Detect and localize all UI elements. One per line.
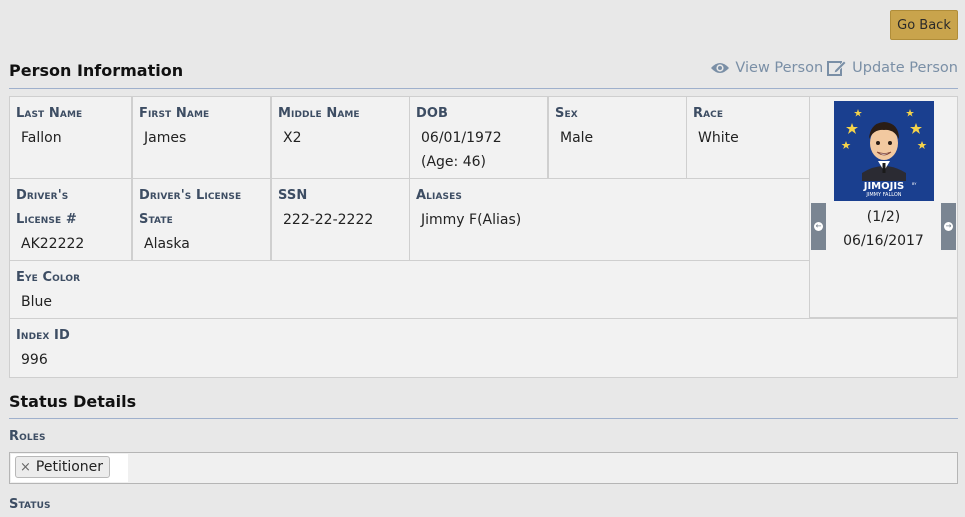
field-label: Sex: [555, 106, 578, 121]
view-person-link[interactable]: View Person: [710, 60, 823, 76]
next-photo-button[interactable]: →: [941, 203, 956, 250]
section-divider: [9, 418, 958, 419]
person-photo[interactable]: JIMOJIS BY JIMMY FALLON: [834, 101, 934, 201]
field-label: Last Name: [16, 106, 83, 121]
field-label: DOB: [416, 106, 449, 121]
index-id-value: 996: [21, 352, 48, 368]
roles-label: Roles: [9, 429, 46, 444]
last-name-cell: Last Name Fallon: [9, 96, 132, 179]
field-label: State: [139, 212, 173, 227]
race-cell: Race White: [686, 96, 810, 179]
status-details-title: Status Details: [9, 392, 137, 411]
role-tag-label: Petitioner: [35, 459, 104, 475]
roles-multiselect[interactable]: × Petitioner: [9, 452, 958, 484]
middle-name-value: X2: [283, 130, 302, 146]
arrow-right-icon: →: [944, 222, 953, 231]
logo-text: JIMOJIS: [863, 181, 905, 192]
field-label: Driver's License: [139, 188, 242, 203]
drivers-license-state-value: Alaska: [144, 236, 190, 252]
aliases-cell: Aliases Jimmy F(Alias): [409, 178, 810, 261]
edit-icon: [827, 59, 847, 77]
logo-subtext: JIMMY FALLON: [865, 192, 901, 198]
eye-icon: [710, 61, 730, 75]
view-person-label: View Person: [735, 60, 824, 76]
update-person-link[interactable]: Update Person: [827, 59, 958, 77]
photo-panel: JIMOJIS BY JIMMY FALLON (1/2) 06/16/2017…: [809, 96, 958, 318]
last-name-value: Fallon: [21, 130, 62, 146]
person-actions: View Person Update Person: [710, 59, 958, 77]
go-back-button[interactable]: Go Back: [890, 10, 958, 40]
remove-role-icon[interactable]: ×: [20, 460, 31, 475]
arrow-left-icon: ←: [814, 222, 823, 231]
aliases-value: Jimmy F(Alias): [421, 212, 522, 228]
role-tag: × Petitioner: [15, 456, 111, 478]
first-name-cell: First Name James: [132, 96, 271, 179]
photo-counter: (1/2): [866, 209, 901, 225]
field-label: SSN: [278, 188, 308, 203]
sex-cell: Sex Male: [548, 96, 687, 179]
drivers-license-number-value: AK22222: [21, 236, 85, 252]
person-information-title: Person Information: [9, 61, 184, 80]
photo-date: 06/16/2017: [843, 233, 924, 249]
field-label: First Name: [139, 106, 210, 121]
field-label: License #: [16, 212, 77, 227]
ssn-value: 222-22-2222: [283, 212, 374, 228]
dob-value: 06/01/1972: [421, 130, 502, 146]
person-info-grid: Last Name Fallon First Name James Middle…: [9, 96, 958, 378]
field-label: Aliases: [416, 188, 462, 203]
previous-photo-button[interactable]: ←: [811, 203, 826, 250]
update-person-label: Update Person: [852, 60, 958, 76]
eye-color-cell: Eye Color Blue: [9, 260, 810, 319]
race-value: White: [698, 130, 739, 146]
field-label: Middle Name: [278, 106, 360, 121]
ssn-cell: SSN 222-22-2222: [271, 178, 410, 261]
first-name-value: James: [144, 130, 187, 146]
status-label: Status: [9, 497, 51, 512]
field-label: Index ID: [16, 328, 70, 343]
dob-cell: DOB 06/01/1972 (Age: 46): [409, 96, 548, 179]
field-label: Race: [693, 106, 724, 121]
age-value: (Age: 46): [421, 154, 486, 170]
avatar-image: JIMOJIS BY JIMMY FALLON: [834, 101, 934, 201]
index-id-cell: Index ID 996: [9, 318, 958, 378]
sex-value: Male: [560, 130, 594, 146]
drivers-license-number-cell: Driver's License # AK22222: [9, 178, 132, 261]
section-divider: [9, 88, 958, 89]
middle-name-cell: Middle Name X2: [271, 96, 410, 179]
field-label: Driver's: [16, 188, 69, 203]
eye-color-value: Blue: [21, 294, 52, 310]
field-label: Eye Color: [16, 270, 81, 285]
drivers-license-state-cell: Driver's License State Alaska: [132, 178, 271, 261]
